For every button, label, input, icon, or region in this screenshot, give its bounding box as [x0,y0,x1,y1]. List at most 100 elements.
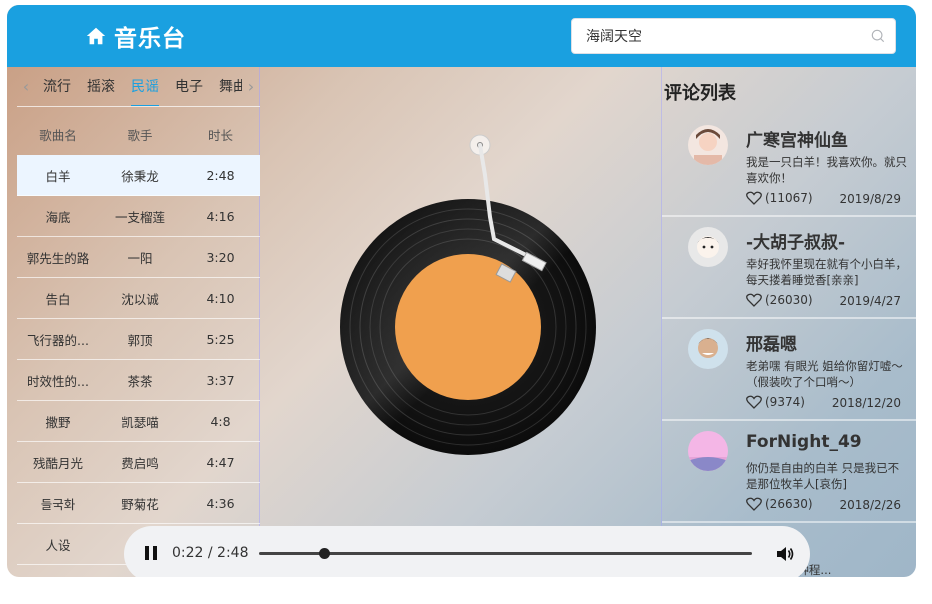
comment-text: 老弟嘿 有眼光 姐给你留灯嘘～（假装吹了个口哨～） [746,359,903,389]
comment-username[interactable]: -大胡子叔叔- [746,228,845,253]
pause-icon[interactable] [144,546,158,560]
song-duration: 5:25 [206,331,235,347]
comment-title: 评论列表 [664,83,736,104]
home-icon [86,27,106,45]
like-count: (26030) [765,293,813,307]
song-artist: 沈以诚 [121,291,159,307]
like-button[interactable]: (26030) [746,293,813,307]
song-artist: 凯瑟喵 [121,414,159,430]
comment-item: -大胡子叔叔- 幸好我怀里现在就有个小白羊，每天搂着睡觉香[亲亲] (26030) 2… [662,219,916,319]
song-artist: 茶茶 [127,373,153,389]
audio-player: 0:22 / 2:48 [124,526,810,577]
song-artist: 徐秉龙 [121,168,159,184]
song-artist: 一阳 [127,250,153,266]
song-duration: 4:10 [206,290,235,306]
comment-item: 广寒宫神仙鱼我是一只白羊！我喜欢你。就只喜欢你！ (11067) 2019/8/29 [662,117,916,217]
song-title: 撒野 [45,414,71,430]
song-artist: 费启鸣 [121,455,159,471]
avatar[interactable] [688,329,728,369]
volume-icon[interactable] [776,546,794,562]
song-row[interactable]: 飞行器的... 郭顶 5:25 [17,319,260,360]
like-button[interactable]: (26630) [746,497,813,511]
tab-genre[interactable]: 舞曲 [211,67,242,106]
song-row[interactable]: 海底 一支榴莲 4:16 [17,196,260,237]
comment-date: 2018/12/20 [831,396,901,410]
chevron-left-icon[interactable]: ‹ [17,77,35,96]
song-duration: 4:36 [206,495,235,511]
song-duration: 2:48 [206,167,235,183]
song-artist: 一支榴莲 [114,209,165,225]
logo[interactable]: 音乐台 [85,19,186,53]
song-artist: 野菊花 [121,496,159,512]
song-table: 歌曲名 歌手 时长 白羊 徐秉龙 2:48 海底 一支榴莲 4:16 郭先生的路 一阳 3:20… [17,114,260,565]
genre-tabs: ‹ 流行摇滚民谣电子舞曲 › [17,67,260,107]
search-box[interactable] [571,18,896,54]
comment-username[interactable]: ForNight_49 [746,432,862,452]
comment-text: 我是一只白羊！我喜欢你。就只喜欢你！ [746,155,907,185]
song-row[interactable]: 撒野 凯瑟喵 4:8 [17,401,260,442]
like-button[interactable]: (9374) [746,395,805,409]
song-title: 海底 [45,209,71,225]
tab-genre[interactable]: 民谣 [123,67,167,106]
search-icon[interactable] [871,29,885,43]
song-row[interactable]: 残酷月光 费启鸣 4:47 [17,442,260,483]
progress-bar[interactable] [259,548,752,559]
header-title: 歌曲名 [39,128,77,143]
song-title: 时效性的... [27,373,89,389]
comment-item: ForNight_49 你仍是自由的白羊 只是我已不是那位牧羊人[哀伤] (2663… [662,423,916,523]
heart-icon [746,191,762,205]
song-title: 告白 [45,291,71,307]
song-row[interactable]: 白羊 徐秉龙 2:48 [17,155,260,196]
song-row[interactable]: 郭先生的路 一阳 3:20 [17,237,260,278]
avatar[interactable] [688,227,728,267]
song-title: 飞行器的... [27,332,89,348]
heart-icon [746,497,762,511]
music-app: 音乐台 ‹ 流行摇滚民谣电子舞曲 › 歌曲名 歌手 时长 白羊 徐秉龙 2:48 海底… [7,5,916,577]
tab-genre[interactable]: 摇滚 [79,67,123,106]
comment-item: 邢磊嗯老弟嘿 有眼光 姐给你留灯嘘～（假装吹了个口哨～） (9374) 2018/1… [662,321,916,421]
heart-icon [746,293,762,307]
header-duration: 时长 [207,128,233,143]
tab-genre[interactable]: 电子 [167,67,211,106]
song-duration: 3:20 [206,249,235,265]
record-label [395,254,541,400]
tab-genre[interactable]: 流行 [35,67,79,106]
comment-panel: 评论列表 广寒宫神仙鱼我是一只白羊！我喜欢你。就只喜欢你！ (11067) 2019… [661,67,916,577]
app-title: 音乐台 [114,26,186,52]
comment-date: 2019/4/27 [839,294,901,308]
song-title: 白羊 [45,168,71,184]
song-title: 들국화 [40,496,76,512]
song-duration: 3:37 [206,372,235,388]
comment-date: 2018/2/26 [839,498,901,512]
genre-tab-list: 流行摇滚民谣电子舞曲 [35,67,242,106]
avatar[interactable] [688,431,728,471]
search-input[interactable] [586,19,856,53]
heart-icon [746,395,762,409]
header-artist: 歌手 [127,128,153,143]
comment-text: 你仍是自由的白羊 只是我已不是那位牧羊人[哀伤] [746,461,900,491]
song-table-header: 歌曲名 歌手 时长 [17,114,260,155]
record-area [260,67,660,577]
song-row[interactable]: 들국화 野菊花 4:36 [17,483,260,524]
like-count: (11067) [765,191,813,205]
progress-knob[interactable] [318,548,330,559]
song-duration: 4:8 [210,413,231,429]
comment-username[interactable]: 邢磊嗯 [746,330,797,355]
song-title: 人设 [45,537,71,553]
time-display: 0:22 / 2:48 [172,545,249,561]
song-row[interactable]: 告白 沈以诚 4:10 [17,278,260,319]
avatar[interactable] [688,125,728,165]
like-button[interactable]: (11067) [746,191,813,205]
like-count: (26630) [765,497,813,511]
comment-text: 幸好我怀里现在就有个小白羊，每天搂着睡觉香[亲亲] [746,257,907,287]
comment-username[interactable]: 广寒宫神仙鱼 [746,126,848,151]
chevron-right-icon[interactable]: › [242,77,260,96]
song-duration: 4:16 [206,208,235,224]
comment-date: 2019/8/29 [839,192,901,206]
song-panel: ‹ 流行摇滚民谣电子舞曲 › 歌曲名 歌手 时长 白羊 徐秉龙 2:48 海底 一支榴莲… [17,67,260,577]
song-row[interactable]: 时效性的... 茶茶 3:37 [17,360,260,401]
header: 音乐台 [7,5,916,67]
like-count: (9374) [765,395,805,409]
song-artist: 郭顶 [127,332,153,348]
song-duration: 4:47 [206,454,235,470]
